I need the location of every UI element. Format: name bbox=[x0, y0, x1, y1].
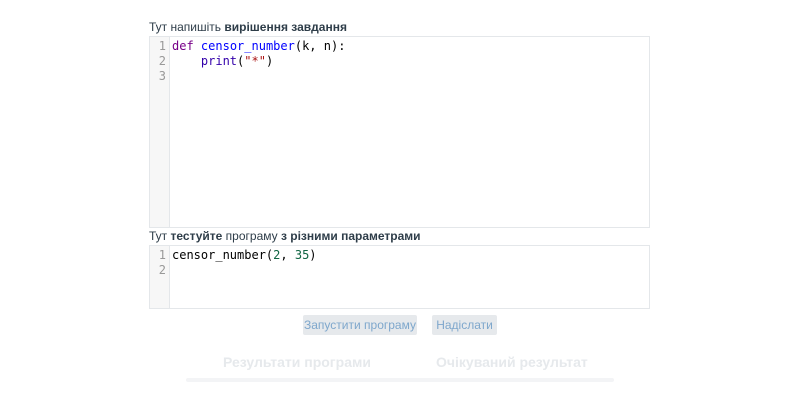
code-string: "*" bbox=[244, 54, 266, 68]
line-number: 1 bbox=[158, 39, 166, 53]
code-line[interactable]: 2 print("*") bbox=[150, 54, 649, 69]
test-label-bold: тестуйте bbox=[170, 229, 223, 243]
code-number: 35 bbox=[294, 248, 310, 262]
code-separator: , bbox=[280, 248, 295, 262]
code-builtin: print bbox=[200, 54, 238, 68]
code-paren: ) bbox=[265, 54, 274, 68]
run-program-button[interactable]: Запустити програму bbox=[303, 315, 417, 335]
code-paren: ) bbox=[309, 248, 317, 262]
test-label-mid: програму bbox=[222, 229, 281, 243]
test-label-bold: з різними параметрами bbox=[280, 229, 421, 243]
solution-label-prefix: Тут напишіть bbox=[149, 20, 225, 34]
code-function-name: censor_number bbox=[200, 39, 295, 53]
code-line[interactable]: 1 censor_number(2, 35) bbox=[150, 248, 649, 263]
solution-code-editor[interactable]: 1 def censor_number(k, n): 2 print("*") … bbox=[149, 36, 650, 228]
line-number: 2 bbox=[158, 54, 166, 68]
test-code-editor[interactable]: 1 censor_number(2, 35) 2 bbox=[149, 245, 650, 309]
code-params: (k, n): bbox=[294, 39, 346, 53]
code-text[interactable]: print("*") bbox=[172, 54, 273, 69]
test-label: Тут тестуйте програму з різними параметр… bbox=[149, 229, 421, 243]
code-call: censor_number( bbox=[172, 248, 274, 262]
test-label-prefix: Тут bbox=[149, 229, 171, 243]
code-line[interactable]: 3 bbox=[150, 69, 649, 84]
submit-button[interactable]: Надіслати bbox=[432, 315, 497, 335]
line-number: 2 bbox=[158, 263, 166, 277]
solution-label-bold: вирішення завдання bbox=[224, 20, 347, 34]
expected-result-heading: Очікуваний результат bbox=[436, 354, 588, 370]
line-number: 1 bbox=[158, 248, 166, 262]
code-line[interactable]: 1 def censor_number(k, n): bbox=[150, 39, 649, 54]
code-keyword: def bbox=[172, 39, 194, 53]
line-number: 3 bbox=[158, 69, 166, 83]
solution-label: Тут напишіть вирішення завдання bbox=[149, 20, 347, 34]
code-text[interactable]: def censor_number(k, n): bbox=[172, 39, 345, 54]
code-text[interactable]: censor_number(2, 35) bbox=[172, 248, 317, 263]
results-divider bbox=[186, 378, 614, 382]
program-results-heading: Результати програми bbox=[223, 354, 371, 370]
code-line[interactable]: 2 bbox=[150, 263, 649, 278]
